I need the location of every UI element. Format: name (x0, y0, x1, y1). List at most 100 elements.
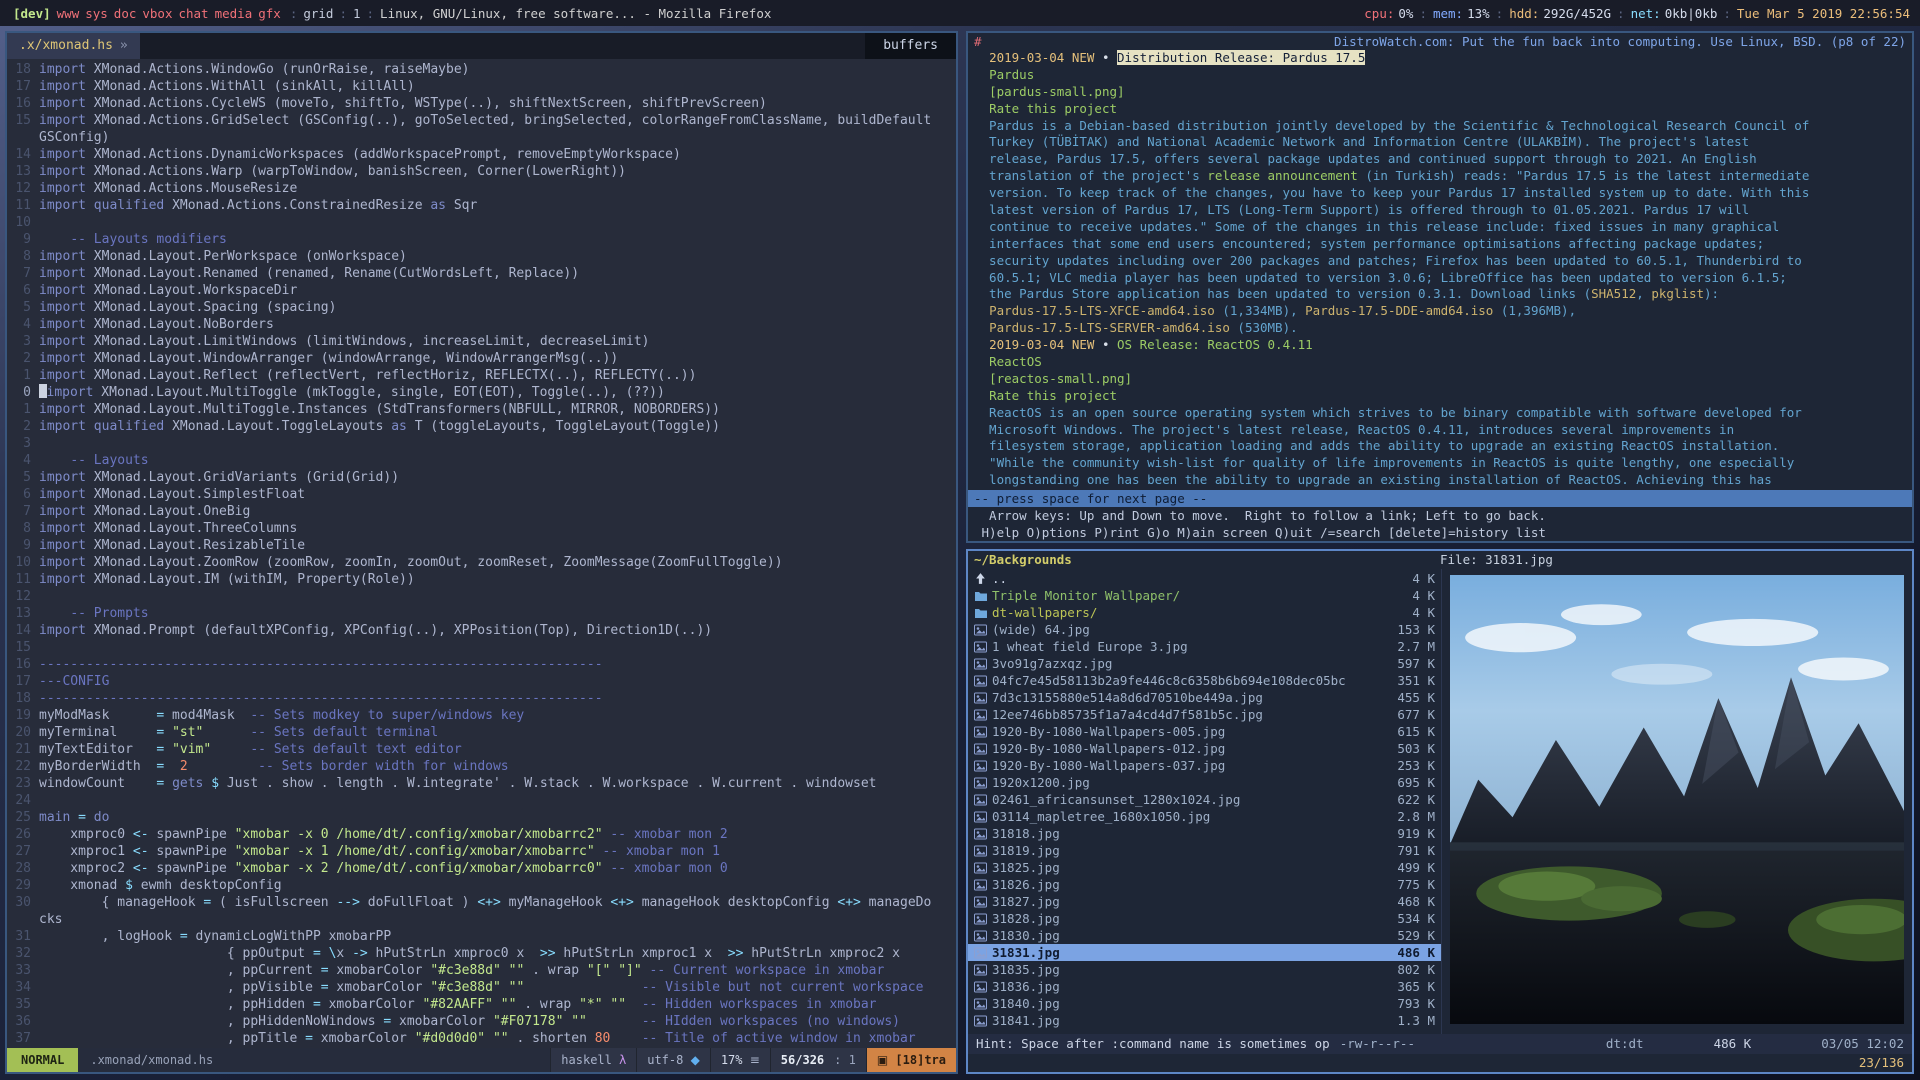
link[interactable]: Pardus-17.5-LTS-XFCE-amd64.iso (989, 303, 1215, 318)
file-row[interactable]: 31818.jpg919 K (968, 825, 1441, 842)
file-row[interactable]: 1 wheat field Europe 3.jpg2.7 M (968, 638, 1441, 655)
file-row[interactable]: 31836.jpg365 K (968, 978, 1441, 995)
file-row[interactable]: 31826.jpg775 K (968, 876, 1441, 893)
code-line[interactable]: 6import XMonad.Layout.WorkspaceDir (7, 282, 956, 299)
code-line[interactable]: 33 , ppCurrent = xmobarColor "#c3e88d" "… (7, 962, 956, 979)
file-row[interactable]: 1920-By-1080-Wallpapers-012.jpg503 K (968, 740, 1441, 757)
code-area[interactable]: 18import XMonad.Actions.WindowGo (runOrR… (7, 59, 956, 1048)
file-row[interactable]: 3vo91g7azxqz.jpg597 K (968, 655, 1441, 672)
code-line[interactable]: 26 xmproc0 <- spawnPipe "xmobar -x 0 /ho… (7, 826, 956, 843)
file-row[interactable]: 03114_mapletree_1680x1050.jpg2.8 M (968, 808, 1441, 825)
code-line[interactable]: 8import XMonad.Layout.PerWorkspace (onWo… (7, 248, 956, 265)
code-line[interactable]: 25main = do (7, 809, 956, 826)
code-line[interactable]: 7import XMonad.Layout.OneBig (7, 503, 956, 520)
code-line[interactable]: 5import XMonad.Layout.Spacing (spacing) (7, 299, 956, 316)
code-line[interactable]: 13 -- Prompts (7, 605, 956, 622)
browser-window[interactable]: # DistroWatch.com: Put the fun back into… (966, 31, 1914, 543)
code-line[interactable]: 7import XMonad.Layout.Renamed (renamed, … (7, 265, 956, 282)
code-line[interactable]: 9import XMonad.Layout.ResizableTile (7, 537, 956, 554)
code-line[interactable]: 28 xmproc2 <- spawnPipe "xmobar -x 2 /ho… (7, 860, 956, 877)
link[interactable]: Pardus (989, 67, 1034, 82)
code-line[interactable]: 37 , ppTitle = xmobarColor "#d0d0d0" "" … (7, 1030, 956, 1047)
code-line[interactable]: 34 , ppVisible = xmobarColor "#c3e88d" "… (7, 979, 956, 996)
code-line[interactable]: 9 -- Layouts modifiers (7, 231, 956, 248)
code-line[interactable]: 18--------------------------------------… (7, 690, 956, 707)
workspace-sys[interactable]: sys (82, 6, 111, 21)
code-line[interactable]: 13import XMonad.Actions.Warp (warpToWind… (7, 163, 956, 180)
file-row[interactable]: 31830.jpg529 K (968, 927, 1441, 944)
workspace-vbox[interactable]: vbox (139, 6, 175, 21)
workspace-www[interactable]: www (54, 6, 83, 21)
code-line[interactable]: 15 (7, 639, 956, 656)
code-line[interactable]: 16import XMonad.Actions.CycleWS (moveTo,… (7, 95, 956, 112)
file-row[interactable]: dt-wallpapers/4 K (968, 604, 1441, 621)
link[interactable]: OS Release: ReactOS 0.4.11 (1117, 337, 1313, 352)
code-line[interactable]: 4import XMonad.Layout.NoBorders (7, 316, 956, 333)
code-line[interactable]: 14import XMonad.Prompt (defaultXPConfig,… (7, 622, 956, 639)
file-row[interactable]: 31840.jpg793 K (968, 995, 1441, 1012)
file-row[interactable]: 1920-By-1080-Wallpapers-005.jpg615 K (968, 723, 1441, 740)
code-line[interactable]: 29 xmonad $ ewmh desktopConfig (7, 877, 956, 894)
file-row[interactable]: ..4 K (968, 570, 1441, 587)
workspace-dev[interactable]: [dev] (10, 6, 54, 21)
code-line[interactable]: 24 (7, 792, 956, 809)
code-line[interactable]: 3import XMonad.Layout.LimitWindows (limi… (7, 333, 956, 350)
link[interactable]: pkglist (1651, 286, 1704, 301)
code-line[interactable]: GSConfig) (7, 129, 956, 146)
file-row[interactable]: 7d3c13155880e514a8d6d70510be449a.jpg455 … (968, 689, 1441, 706)
file-row[interactable]: 12ee746bb85735f1a7a4cd4d7f581b5c.jpg677 … (968, 706, 1441, 723)
code-line[interactable]: 17import XMonad.Actions.WithAll (sinkAll… (7, 78, 956, 95)
code-line[interactable]: 1import XMonad.Layout.MultiToggle.Instan… (7, 401, 956, 418)
workspace-gfx[interactable]: gfx (255, 6, 284, 21)
file-row[interactable]: 31825.jpg499 K (968, 859, 1441, 876)
code-line[interactable]: 27 xmproc1 <- spawnPipe "xmobar -x 1 /ho… (7, 843, 956, 860)
code-line[interactable]: 8import XMonad.Layout.ThreeColumns (7, 520, 956, 537)
file-list[interactable]: ..4 KTriple Monitor Wallpaper/4 Kdt-wall… (968, 569, 1442, 1034)
code-line[interactable]: 6import XMonad.Layout.SimplestFloat (7, 486, 956, 503)
link[interactable]: SHA512 (1591, 286, 1636, 301)
link[interactable]: [pardus-small.png] (989, 84, 1124, 99)
file-row[interactable]: 31827.jpg468 K (968, 893, 1441, 910)
code-line[interactable]: 36 , ppHiddenNoWindows = xmobarColor "#F… (7, 1013, 956, 1030)
code-line[interactable]: 20myTerminal = "st" -- Sets default term… (7, 724, 956, 741)
code-line[interactable]: 3 (7, 435, 956, 452)
file-row[interactable]: 02461_africansunset_1280x1024.jpg622 K (968, 791, 1441, 808)
link[interactable]: release announcement (1207, 168, 1358, 183)
code-line[interactable]: 10 (7, 214, 956, 231)
code-line[interactable]: 14import XMonad.Actions.DynamicWorkspace… (7, 146, 956, 163)
code-line[interactable]: 2import XMonad.Layout.WindowArranger (wi… (7, 350, 956, 367)
file-row[interactable]: 1920x1200.jpg695 K (968, 774, 1441, 791)
link[interactable]: Pardus-17.5-DDE-amd64.iso (1305, 303, 1493, 318)
buffers-label[interactable]: buffers (865, 33, 956, 59)
code-line[interactable]: 16--------------------------------------… (7, 656, 956, 673)
code-line[interactable]: 10import XMonad.Layout.ZoomRow (zoomRow,… (7, 554, 956, 571)
file-row[interactable]: (wide) 64.jpg153 K (968, 621, 1441, 638)
code-line[interactable]: 2import qualified XMonad.Layout.ToggleLa… (7, 418, 956, 435)
file-row[interactable]: 04fc7e45d58113b2a9fe446c8c6358b6b694e108… (968, 672, 1441, 689)
code-line[interactable]: 31 , logHook = dynamicLogWithPP xmobarPP (7, 928, 956, 945)
file-row[interactable]: 31841.jpg1.3 M (968, 1012, 1441, 1029)
file-row[interactable]: 31835.jpg802 K (968, 961, 1441, 978)
link[interactable]: ReactOS (989, 354, 1042, 369)
code-line[interactable]: cks (7, 911, 956, 928)
code-line[interactable]: 19myModMask = mod4Mask -- Sets modkey to… (7, 707, 956, 724)
code-line[interactable]: 30 { manageHook = ( isFullscreen --> doF… (7, 894, 956, 911)
tab-xmonad-hs[interactable]: .x/xmonad.hs » (7, 33, 140, 59)
vim-window[interactable]: .x/xmonad.hs » buffers 18import XMonad.A… (5, 31, 958, 1074)
code-line[interactable]: 1import XMonad.Layout.Reflect (reflectVe… (7, 367, 956, 384)
file-row[interactable]: 31831.jpg486 K (968, 944, 1441, 961)
file-row[interactable]: Triple Monitor Wallpaper/4 K (968, 587, 1441, 604)
workspace-chat[interactable]: chat (175, 6, 211, 21)
link[interactable]: Distribution Release: Pardus 17.5 (1117, 50, 1365, 65)
code-line[interactable]: 23windowCount = gets $ Just . show . len… (7, 775, 956, 792)
command-line[interactable]: 23/136 (968, 1054, 1912, 1072)
file-row[interactable]: 31819.jpg791 K (968, 842, 1441, 859)
code-line[interactable]: 35 , ppHidden = xmobarColor "#82AAFF" ""… (7, 996, 956, 1013)
code-line[interactable]: 11import qualified XMonad.Actions.Constr… (7, 197, 956, 214)
code-line[interactable]: 21myTextEditor = "vim" -- Sets default t… (7, 741, 956, 758)
code-line[interactable]: 5import XMonad.Layout.GridVariants (Grid… (7, 469, 956, 486)
file-row[interactable]: 31828.jpg534 K (968, 910, 1441, 927)
code-line[interactable]: 22myBorderWidth = 2 -- Sets border width… (7, 758, 956, 775)
code-line[interactable]: 17---CONFIG (7, 673, 956, 690)
code-line[interactable]: 0import XMonad.Layout.MultiToggle (mkTog… (7, 384, 956, 401)
